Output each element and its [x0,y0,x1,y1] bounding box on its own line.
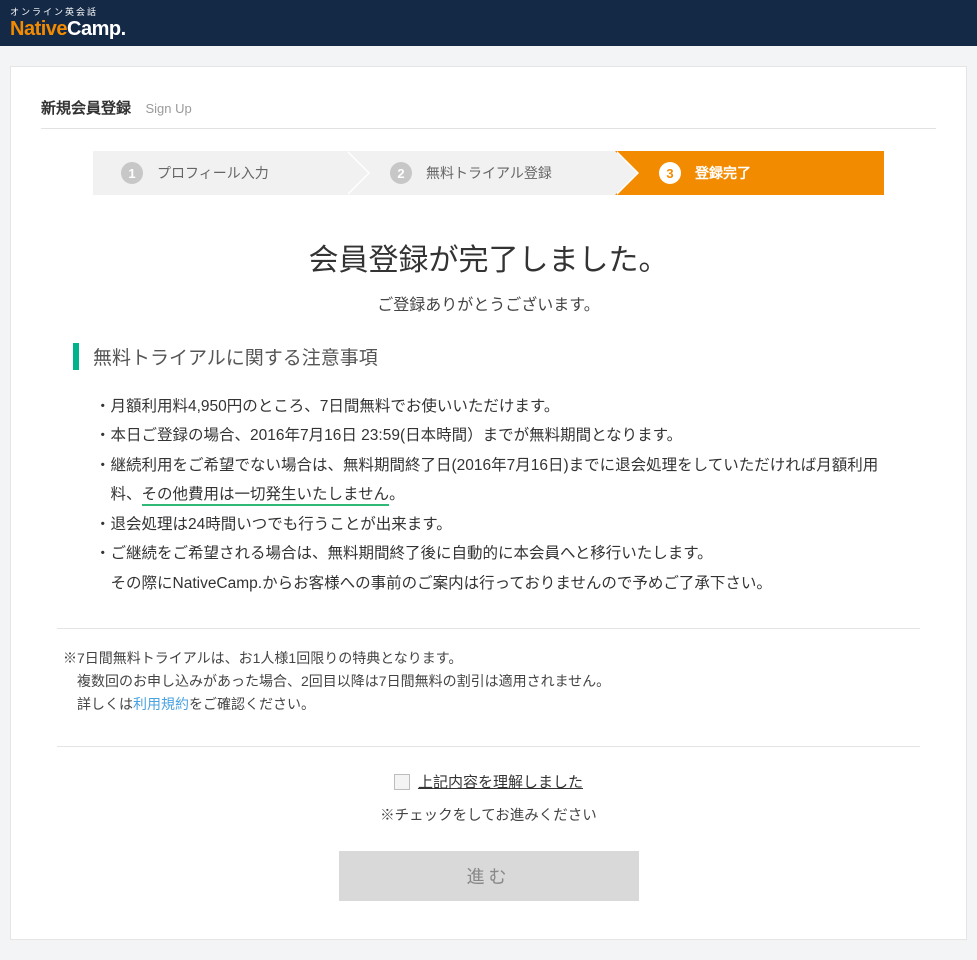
step-trial: 2 無料トライアル登録 [346,151,615,195]
chevron-right-icon [615,151,637,195]
brand-logo[interactable]: オンライン英会話 NativeCamp. [10,8,126,39]
terms-link[interactable]: 利用規約 [133,696,189,712]
step-complete: 3 登録完了 [615,151,884,195]
trial-notes-list: ・月額利用料4,950円のところ、7日間無料でお使いいただけます。 ・本日ご登録… [95,392,904,598]
divider [57,628,920,629]
disclaimer-line: ※7日間無料トライアルは、お1人様1回限りの特典となります。 [63,647,914,670]
note-item: ・継続利用をご希望でない場合は、無料期間終了日(2016年7月16日)までに退会… [95,451,904,510]
step-label: 登録完了 [695,163,751,183]
progress-stepper: 1 プロフィール入力 2 無料トライアル登録 3 登録完了 [93,151,884,195]
page-title-row: 新規会員登録 Sign Up [41,97,936,129]
page-title: 新規会員登録 [41,100,131,117]
step-label: 無料トライアル登録 [426,163,552,183]
step-number: 1 [121,162,143,184]
top-navbar: オンライン英会話 NativeCamp. [0,0,977,46]
confirm-hint: ※チェックをしてお進みください [41,804,936,825]
note-item: ・ご継続をご希望される場合は、無料期間終了後に自動的に本会員へと移行いたします。… [95,539,904,598]
confirm-checkbox[interactable] [394,774,410,790]
brand-name: NativeCamp. [10,19,126,39]
step-profile: 1 プロフィール入力 [93,151,346,195]
page-title-en: Sign Up [145,101,191,116]
headline: 会員登録が完了しました。 [41,235,936,279]
note-item: ・退会処理は24時間いつでも行うことが出来ます。 [95,510,904,539]
confirm-text: 上記内容を理解しました [418,771,583,792]
step-label: プロフィール入力 [157,163,269,183]
disclaimer: ※7日間無料トライアルは、お1人様1回限りの特典となります。 複数回のお申し込み… [63,647,914,716]
step-number: 2 [390,162,412,184]
note-item: ・月額利用料4,950円のところ、7日間無料でお使いいただけます。 [95,392,904,421]
disclaimer-line: 複数回のお申し込みがあった場合、2回目以降は7日間無料の割引は適用されません。 [63,670,914,693]
note-item: ・本日ご登録の場合、2016年7月16日 23:59(日本時間）までが無料期間と… [95,421,904,450]
disclaimer-line: 詳しくは利用規約をご確認ください。 [63,693,914,716]
chevron-right-icon [346,151,368,195]
proceed-button[interactable]: 進む [339,851,639,901]
confirm-row: 上記内容を理解しました [41,771,936,794]
divider [57,746,920,747]
confirm-checkbox-label[interactable]: 上記内容を理解しました [394,771,583,792]
trial-notes: 無料トライアルに関する注意事項 ・月額利用料4,950円のところ、7日間無料でお… [73,343,904,598]
note-emphasis: その他費用は一切発生いたしません [142,486,390,506]
subheadline: ご登録ありがとうございます。 [41,291,936,315]
brand-tagline: オンライン英会話 [10,8,126,17]
step-number: 3 [659,162,681,184]
signup-complete-card: 新規会員登録 Sign Up 1 プロフィール入力 2 無料トライアル登録 3 … [10,66,967,940]
trial-notes-title: 無料トライアルに関する注意事項 [73,343,904,370]
